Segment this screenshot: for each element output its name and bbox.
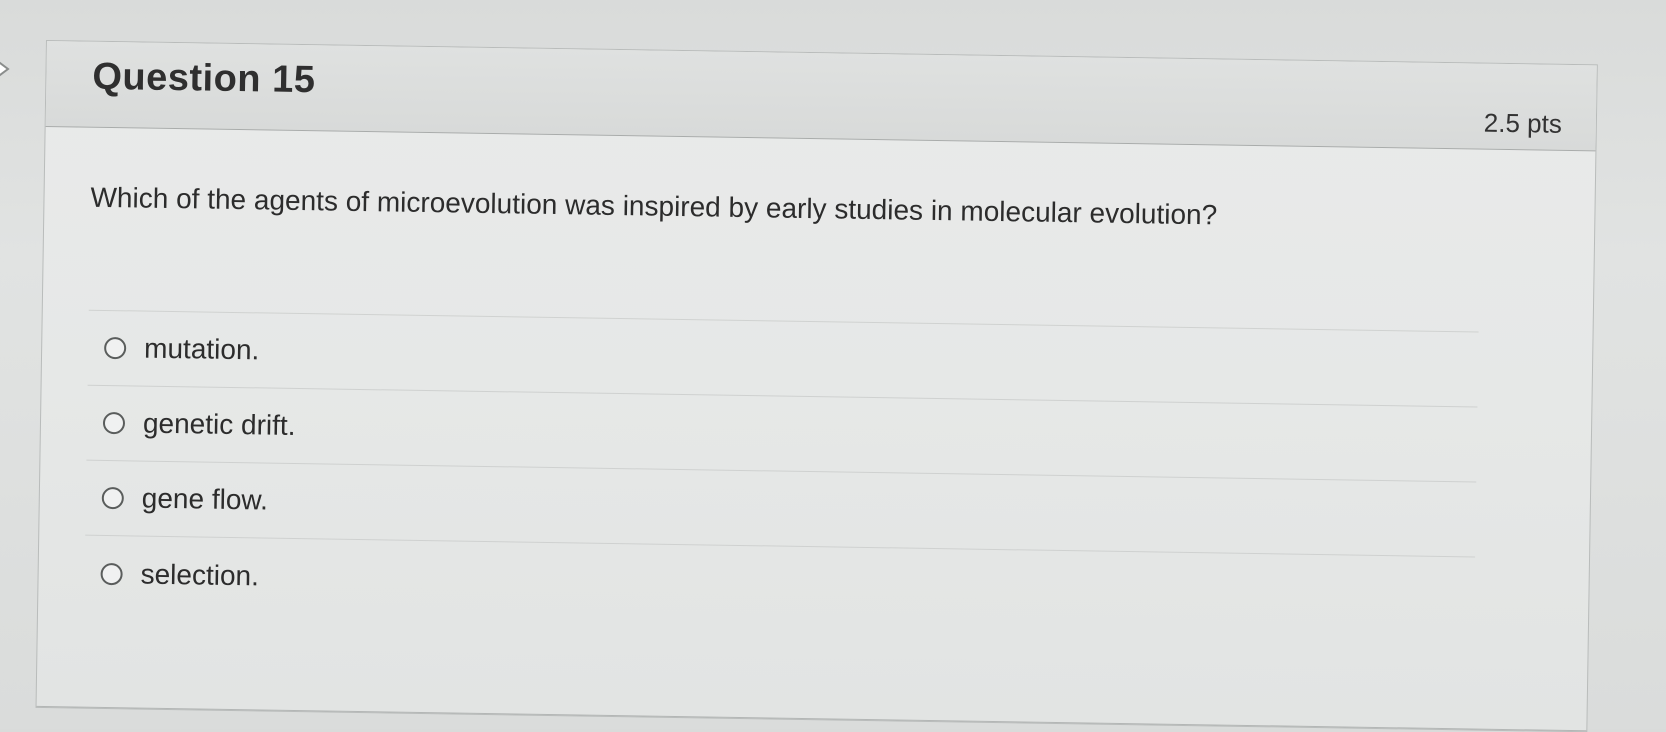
question-title: Question 15 (92, 55, 316, 102)
answer-label[interactable]: gene flow. (142, 483, 269, 517)
answer-label[interactable]: genetic drift. (143, 408, 296, 442)
radio-button-icon[interactable] (100, 562, 123, 585)
radio-button-icon[interactable] (101, 486, 124, 510)
answer-list: mutation. genetic drift. gene flow. sele… (84, 309, 1479, 633)
radio-button-icon[interactable] (102, 411, 126, 435)
question-points: 2.5 pts (1483, 107, 1563, 139)
question-card: Question 15 2.5 pts Which of the agents … (35, 40, 1598, 732)
card-bottom-divider (36, 705, 1587, 732)
question-text: Which of the agents of microevolution wa… (90, 181, 1218, 231)
answer-label[interactable]: mutation. (144, 333, 260, 367)
radio-button-icon[interactable] (103, 336, 127, 360)
question-header: Question 15 2.5 pts (45, 41, 1597, 152)
chevron-right-icon[interactable] (0, 58, 14, 80)
answer-label[interactable]: selection. (140, 558, 259, 592)
